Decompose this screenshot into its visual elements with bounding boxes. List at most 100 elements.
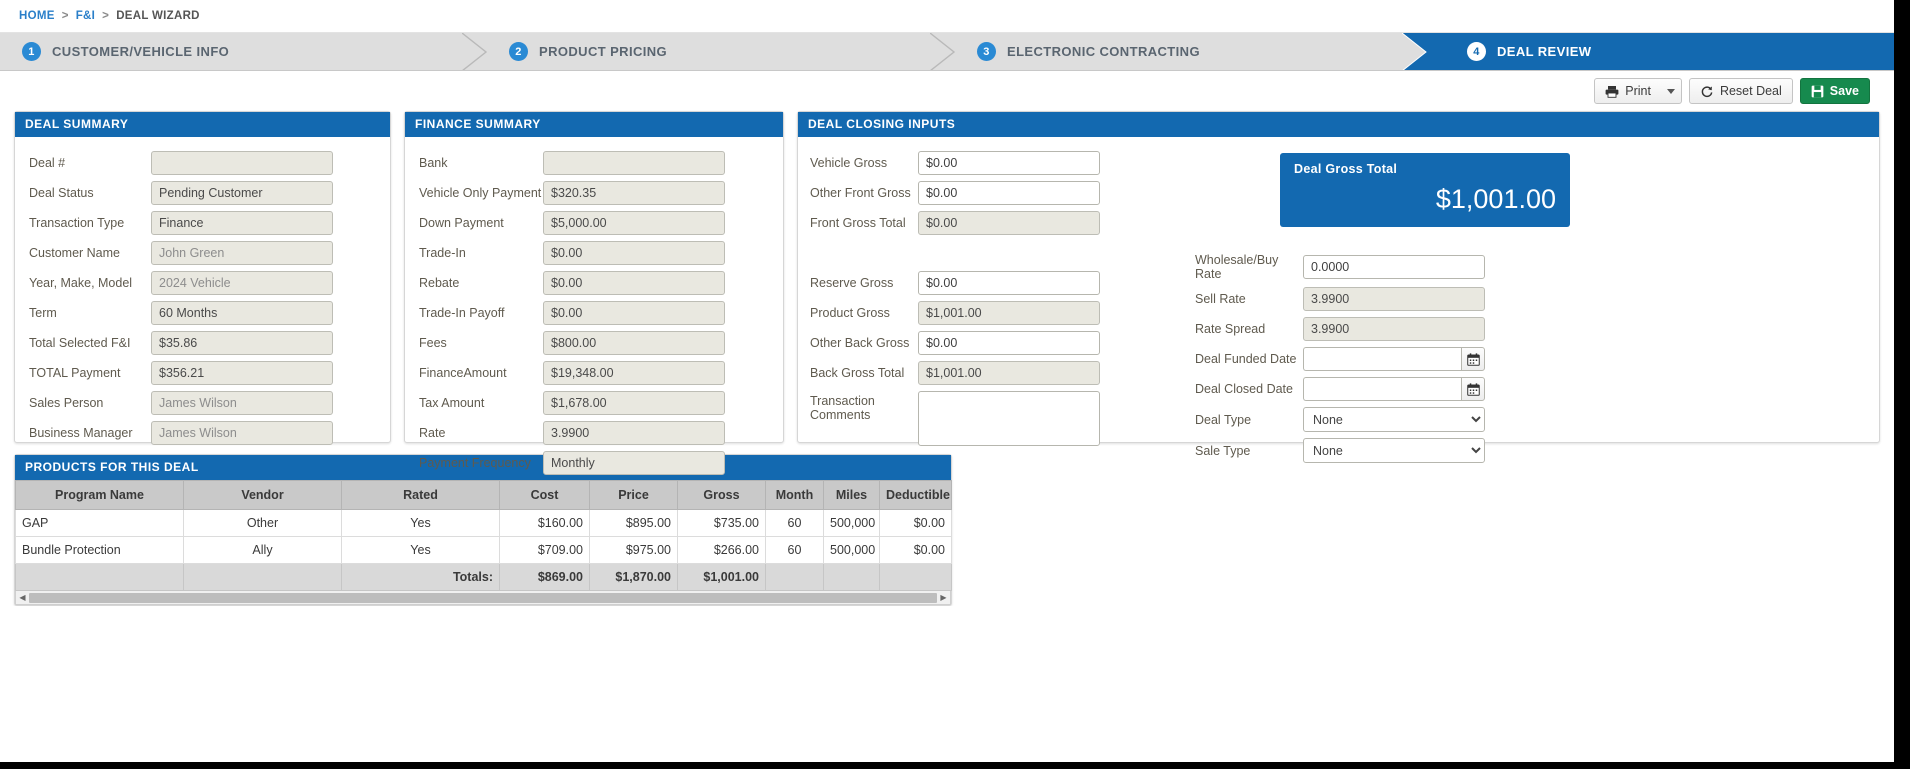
- field-row-sale-type: Sale Type None: [1195, 438, 1879, 463]
- summary-panels-row: DEAL SUMMARY Deal # Deal Status Transact…: [0, 111, 1894, 475]
- field-row-reserve-gross: Reserve Gross: [810, 271, 1110, 295]
- page-footer-spacer: [0, 606, 1894, 614]
- wizard-step-customer-vehicle-info[interactable]: 1 CUSTOMER/VEHICLE INFO: [0, 33, 488, 70]
- deal-summary-panel: DEAL SUMMARY Deal # Deal Status Transact…: [14, 111, 391, 445]
- input-transaction-type[interactable]: [151, 211, 333, 235]
- cell-deductible: $0.00: [879, 536, 952, 564]
- cell-vendor: Ally: [183, 536, 342, 564]
- scrollbar-thumb[interactable]: [29, 592, 937, 603]
- finance-summary-panel: FINANCE SUMMARY Bank Vehicle Only Paymen…: [404, 111, 784, 475]
- label-deal-closed-date: Deal Closed Date: [1195, 382, 1293, 396]
- products-horizontal-scrollbar[interactable]: ◀ ▶: [15, 591, 951, 605]
- cell-rated: Yes: [341, 536, 500, 564]
- table-row[interactable]: Bundle Protection Ally Yes $709.00 $975.…: [15, 536, 952, 564]
- input-vehicle-only-payment[interactable]: [543, 181, 725, 205]
- input-front-gross-total[interactable]: [918, 211, 1100, 235]
- input-reserve-gross[interactable]: [918, 271, 1100, 295]
- field-row-tax-amount: Tax Amount: [405, 391, 783, 415]
- deal-gross-total-card: Deal Gross Total $1,001.00: [1280, 153, 1570, 227]
- input-product-gross[interactable]: [918, 301, 1100, 325]
- label-transaction-comments: Transaction Comments: [810, 394, 875, 422]
- input-term[interactable]: [151, 301, 333, 325]
- input-sell-rate[interactable]: [1303, 287, 1485, 311]
- field-row-product-gross: Product Gross: [810, 301, 1110, 325]
- input-year-make-model[interactable]: [151, 271, 333, 295]
- input-rate-spread[interactable]: [1303, 317, 1485, 341]
- label-finance-amount: FinanceAmount: [419, 366, 507, 380]
- finance-summary-title: FINANCE SUMMARY: [405, 112, 783, 137]
- field-row-total-selected-fi: Total Selected F&I: [15, 331, 390, 355]
- input-trade-in-payoff[interactable]: [543, 301, 725, 325]
- label-fees: Fees: [419, 336, 447, 350]
- input-down-payment[interactable]: [543, 211, 725, 235]
- input-business-manager[interactable]: [151, 421, 333, 445]
- input-sales-person[interactable]: [151, 391, 333, 415]
- calendar-icon[interactable]: [1461, 347, 1485, 371]
- input-payment-frequency[interactable]: [543, 451, 725, 475]
- select-sale-type[interactable]: None: [1303, 438, 1485, 463]
- field-row-business-manager: Business Manager: [15, 421, 390, 445]
- field-row-down-payment: Down Payment: [405, 211, 783, 235]
- input-fees[interactable]: [543, 331, 725, 355]
- column-header-vendor[interactable]: Vendor: [183, 480, 342, 510]
- input-deal-funded-date[interactable]: [1303, 347, 1461, 371]
- input-other-back-gross[interactable]: [918, 331, 1100, 355]
- chevron-right-icon: [462, 33, 488, 70]
- field-row-sales-person: Sales Person: [15, 391, 390, 415]
- field-row-finance-amount: FinanceAmount: [405, 361, 783, 385]
- date-field-deal-funded: [1303, 347, 1485, 371]
- wizard-step-number: 3: [977, 42, 996, 61]
- breadcrumb: HOME > F&I > DEAL WIZARD: [0, 0, 1894, 33]
- wizard-step-deal-review[interactable]: 4 DEAL REVIEW: [1427, 33, 1894, 70]
- print-button[interactable]: Print: [1594, 78, 1682, 104]
- input-tax-amount[interactable]: [543, 391, 725, 415]
- input-finance-amount[interactable]: [543, 361, 725, 385]
- input-deal-status[interactable]: [151, 181, 333, 205]
- scroll-left-arrow-icon[interactable]: ◀: [16, 593, 29, 602]
- input-rebate[interactable]: [543, 271, 725, 295]
- input-back-gross-total[interactable]: [918, 361, 1100, 385]
- input-total-selected-fi[interactable]: [151, 331, 333, 355]
- cell-miles: 500,000: [823, 509, 880, 537]
- calendar-icon[interactable]: [1461, 377, 1485, 401]
- reset-deal-button[interactable]: Reset Deal: [1688, 78, 1793, 104]
- wizard-step-product-pricing[interactable]: 2 PRODUCT PRICING: [487, 33, 956, 70]
- label-deal-type: Deal Type: [1195, 412, 1252, 427]
- input-vehicle-gross[interactable]: [918, 151, 1100, 175]
- field-row-vehicle-only-payment: Vehicle Only Payment: [405, 181, 783, 205]
- input-other-front-gross[interactable]: [918, 181, 1100, 205]
- scroll-right-arrow-icon[interactable]: ▶: [937, 593, 950, 602]
- breadcrumb-home[interactable]: HOME: [19, 10, 55, 22]
- input-deal-closed-date[interactable]: [1303, 377, 1461, 401]
- field-row-fees: Fees: [405, 331, 783, 355]
- input-wholesale-buy-rate[interactable]: [1303, 255, 1485, 279]
- field-row-rebate: Rebate: [405, 271, 783, 295]
- wizard-step-electronic-contracting[interactable]: 3 ELECTRONIC CONTRACTING: [955, 33, 1428, 70]
- wizard-step-label: DEAL REVIEW: [1497, 44, 1592, 59]
- input-total-payment[interactable]: [151, 361, 333, 385]
- input-rate[interactable]: [543, 421, 725, 445]
- textarea-transaction-comments[interactable]: [918, 391, 1100, 446]
- label-front-gross-total: Front Gross Total: [810, 216, 906, 230]
- deal-closing-inputs-title: DEAL CLOSING INPUTS: [798, 112, 1879, 137]
- save-button[interactable]: Save: [1799, 78, 1870, 104]
- closing-left-column: Vehicle Gross Other Front Gross Front Gr…: [810, 151, 1110, 469]
- chevron-down-icon[interactable]: [1666, 88, 1675, 94]
- totals-blank-deductible: [879, 563, 952, 591]
- label-sell-rate: Sell Rate: [1195, 292, 1246, 306]
- input-deal-number[interactable]: [151, 151, 333, 175]
- breadcrumb-fi[interactable]: F&I: [76, 10, 95, 22]
- field-row-other-back-gross: Other Back Gross: [810, 331, 1110, 355]
- select-deal-type[interactable]: None: [1303, 407, 1485, 432]
- field-row-year-make-model: Year, Make, Model: [15, 271, 390, 295]
- floppy-disk-icon: [1811, 85, 1824, 98]
- print-button-label: Print: [1625, 84, 1651, 98]
- input-customer-name[interactable]: [151, 241, 333, 265]
- field-row-total-payment: TOTAL Payment: [15, 361, 390, 385]
- table-row[interactable]: GAP Other Yes $160.00 $895.00 $735.00 60…: [15, 509, 952, 537]
- input-trade-in[interactable]: [543, 241, 725, 265]
- field-row-transaction-comments: Transaction Comments: [810, 391, 1110, 446]
- input-bank[interactable]: [543, 151, 725, 175]
- column-header-program-name[interactable]: Program Name: [15, 480, 184, 510]
- field-row-wholesale-buy-rate: Wholesale/Buy Rate: [1195, 253, 1879, 281]
